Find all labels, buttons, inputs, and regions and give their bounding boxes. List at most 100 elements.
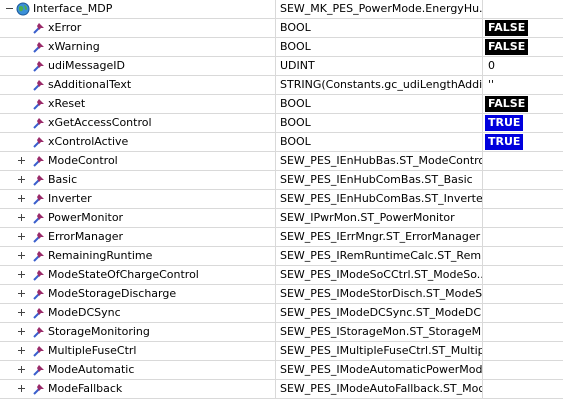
- value-cell: [483, 266, 563, 284]
- tree-row-struct[interactable]: StorageMonitoring SEW_PES_IStorageMon.ST…: [0, 323, 563, 342]
- struct-type: SEW_PES_IMultipleFuseCtrl.ST_Multipl...: [276, 342, 483, 360]
- tree-row-struct[interactable]: ModeStateOfChargeControl SEW_PES_IModeSo…: [0, 266, 563, 285]
- tree-row-variable[interactable]: udiMessageID UDINT 0: [0, 57, 563, 76]
- struct-name: RemainingRuntime: [48, 249, 153, 262]
- struct-name: StorageMonitoring: [48, 325, 150, 338]
- value-cell: [483, 342, 563, 360]
- value-badge[interactable]: TRUE: [485, 115, 524, 131]
- tree-row-struct[interactable]: PowerMonitor SEW_IPwrMon.ST_PowerMonitor: [0, 209, 563, 228]
- value-cell: [483, 209, 563, 227]
- tree-row-struct[interactable]: RemainingRuntime SEW_PES_IRemRuntimeCalc…: [0, 247, 563, 266]
- struct-type: SEW_PES_IModeAutomaticPowerMod...: [276, 361, 483, 379]
- expand-icon[interactable]: [18, 385, 26, 393]
- expand-icon[interactable]: [18, 214, 26, 222]
- struct-name: ErrorManager: [48, 230, 124, 243]
- tree-row-struct[interactable]: ModeControl SEW_PES_IEnHubBas.ST_ModeCon…: [0, 152, 563, 171]
- struct-name: ModeFallback: [48, 382, 123, 395]
- value-badge[interactable]: TRUE: [485, 134, 524, 150]
- value-text[interactable]: '': [485, 78, 494, 91]
- variable-pin-icon: [32, 344, 46, 358]
- struct-type: SEW_IPwrMon.ST_PowerMonitor: [276, 209, 483, 227]
- value-cell: [483, 247, 563, 265]
- tree-row-struct[interactable]: ModeDCSync SEW_PES_IModeDCSync.ST_ModeDC…: [0, 304, 563, 323]
- collapse-icon[interactable]: [6, 5, 14, 13]
- variable-pin-icon: [32, 363, 46, 377]
- tree-row-struct[interactable]: ModeFallback SEW_PES_IModeAutoFallback.S…: [0, 380, 563, 399]
- variable-name: xGetAccessControl: [48, 116, 152, 129]
- expand-icon[interactable]: [18, 195, 26, 203]
- variable-pin-icon: [32, 192, 46, 206]
- tree-row-struct[interactable]: Inverter SEW_PES_IEnHubComBas.ST_Inverte…: [0, 190, 563, 209]
- variable-name: xError: [48, 21, 82, 34]
- tree-row-variable[interactable]: xReset BOOL FALSE: [0, 95, 563, 114]
- struct-name: MultipleFuseCtrl: [48, 344, 137, 357]
- variable-pin-icon: [32, 154, 46, 168]
- variable-pin-icon: [32, 173, 46, 187]
- name-cell: Interface_MDP: [0, 0, 276, 18]
- tree-row-struct[interactable]: Basic SEW_PES_IEnHubComBas.ST_Basic: [0, 171, 563, 190]
- variable-name: xReset: [48, 97, 86, 110]
- variable-pin-icon: [32, 249, 46, 263]
- tree-row-struct[interactable]: MultipleFuseCtrl SEW_PES_IMultipleFuseCt…: [0, 342, 563, 361]
- variable-name: sAdditionalText: [48, 78, 132, 91]
- value-cell: [483, 380, 563, 398]
- struct-name: ModeAutomatic: [48, 363, 135, 376]
- value-cell: [483, 285, 563, 303]
- struct-type: SEW_PES_IModeAutoFallback.ST_Mod...: [276, 380, 483, 398]
- struct-name: PowerMonitor: [48, 211, 124, 224]
- root-name: Interface_MDP: [33, 2, 113, 15]
- tree-row-variable[interactable]: sAdditionalText STRING(Constants.gc_udiL…: [0, 76, 563, 95]
- tree-row-variable[interactable]: xError BOOL FALSE: [0, 19, 563, 38]
- struct-type: SEW_PES_IEnHubBas.ST_ModeControl: [276, 152, 483, 170]
- variable-name: xWarning: [48, 40, 100, 53]
- tree-row-struct[interactable]: ErrorManager SEW_PES_IErrMngr.ST_ErrorMa…: [0, 228, 563, 247]
- value-cell: [483, 361, 563, 379]
- variable-type: BOOL: [276, 114, 483, 132]
- tree-row-root[interactable]: Interface_MDP SEW_MK_PES_PowerMode.Energ…: [0, 0, 563, 19]
- struct-type: SEW_PES_IEnHubComBas.ST_Inverter: [276, 190, 483, 208]
- value-badge[interactable]: FALSE: [485, 20, 529, 36]
- variable-pin-icon: [32, 135, 46, 149]
- expand-icon[interactable]: [18, 309, 26, 317]
- expand-icon[interactable]: [18, 328, 26, 336]
- expand-icon[interactable]: [18, 157, 26, 165]
- expand-icon[interactable]: [18, 290, 26, 298]
- variable-name: udiMessageID: [48, 59, 125, 72]
- tree-row-struct[interactable]: ModeAutomatic SEW_PES_IModeAutomaticPowe…: [0, 361, 563, 380]
- value-cell: [483, 304, 563, 322]
- variable-pin-icon: [32, 268, 46, 282]
- root-value: [483, 0, 563, 18]
- value-badge[interactable]: FALSE: [485, 39, 529, 55]
- value-cell: [483, 323, 563, 341]
- struct-name: ModeStateOfChargeControl: [48, 268, 199, 281]
- value-badge[interactable]: FALSE: [485, 96, 529, 112]
- expand-icon[interactable]: [18, 176, 26, 184]
- variable-type: BOOL: [276, 95, 483, 113]
- expand-icon[interactable]: [18, 233, 26, 241]
- tree-row-variable[interactable]: xControlActive BOOL TRUE: [0, 133, 563, 152]
- tree-row-variable[interactable]: xGetAccessControl BOOL TRUE: [0, 114, 563, 133]
- expand-icon[interactable]: [18, 271, 26, 279]
- tree-row-struct[interactable]: ModeStorageDischarge SEW_PES_IModeStorDi…: [0, 285, 563, 304]
- struct-name: ModeDCSync: [48, 306, 121, 319]
- variable-pin-icon: [32, 78, 46, 92]
- expand-icon[interactable]: [18, 366, 26, 374]
- root-type: SEW_MK_PES_PowerMode.EnergyHu...: [276, 0, 483, 18]
- globe-icon: [16, 2, 30, 16]
- struct-name: Basic: [48, 173, 78, 186]
- struct-type: SEW_PES_IModeDCSync.ST_ModeDC...: [276, 304, 483, 322]
- variable-pin-icon: [32, 230, 46, 244]
- variable-name: xControlActive: [48, 135, 129, 148]
- variable-pin-icon: [32, 382, 46, 396]
- struct-name: ModeControl: [48, 154, 118, 167]
- variable-pin-icon: [32, 21, 46, 35]
- variable-type: UDINT: [276, 57, 483, 75]
- expand-icon[interactable]: [18, 347, 26, 355]
- expand-icon[interactable]: [18, 252, 26, 260]
- struct-type: SEW_PES_IRemRuntimeCalc.ST_Rem...: [276, 247, 483, 265]
- variable-pin-icon: [32, 116, 46, 130]
- value-text[interactable]: 0: [485, 59, 495, 72]
- tree-row-variable[interactable]: xWarning BOOL FALSE: [0, 38, 563, 57]
- variable-type: BOOL: [276, 19, 483, 37]
- variable-pin-icon: [32, 306, 46, 320]
